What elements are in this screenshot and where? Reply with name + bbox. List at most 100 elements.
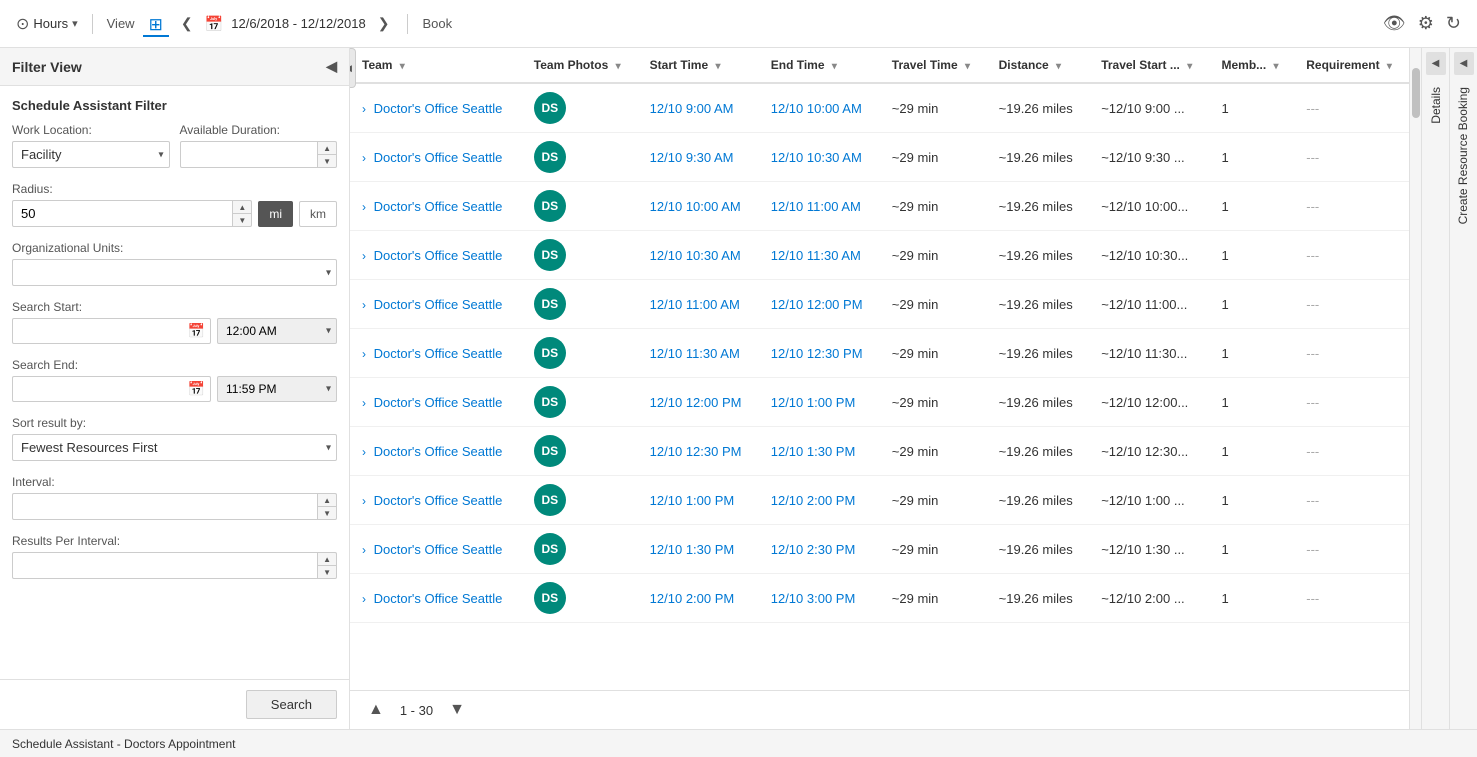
table-row[interactable]: › Doctor's Office Seattle DS 12/10 1:00 … (350, 476, 1409, 525)
create-booking-label[interactable]: Create Resource Booking (1456, 79, 1470, 232)
team-name: Doctor's Office Seattle (374, 542, 503, 557)
create-booking-collapse-button[interactable]: ◀ (1454, 52, 1474, 75)
row-expand-button[interactable]: › (362, 347, 366, 361)
table-row[interactable]: › Doctor's Office Seattle DS 12/10 9:00 … (350, 83, 1409, 133)
cell-travel-time: ~29 min (880, 329, 987, 378)
unit-km-button[interactable]: km (299, 201, 337, 227)
work-location-duration-row: Work Location: Facility Onsite Remote ▾ … (12, 123, 337, 168)
table-row[interactable]: › Doctor's Office Seattle DS 12/10 11:30… (350, 329, 1409, 378)
settings-icon[interactable]: ⚙ (1418, 13, 1434, 34)
book-button[interactable]: Book (422, 16, 452, 31)
interval-increment-button[interactable]: ▲ (318, 493, 337, 506)
col-travel-time[interactable]: Travel Time ▾ (880, 48, 987, 83)
hours-dropdown-icon[interactable]: ▾ (72, 17, 78, 30)
radius-input[interactable] (12, 200, 233, 227)
results-per-interval-input[interactable]: 1 (12, 552, 318, 579)
interval-decrement-button[interactable]: ▼ (318, 506, 337, 520)
org-units-select[interactable] (12, 259, 337, 286)
col-team[interactable]: Team ▾ (350, 48, 522, 83)
filter-header: Filter View ◀ (0, 48, 349, 86)
cell-start-time: 12/10 12:00 PM (638, 378, 759, 427)
cell-start-time: 12/10 1:30 PM (638, 525, 759, 574)
col-members[interactable]: Memb... ▾ (1210, 48, 1295, 83)
hours-label: Hours (33, 16, 68, 31)
pagination-up-button[interactable]: ▲ (362, 699, 390, 721)
cell-end-time: 12/10 1:00 PM (759, 378, 880, 427)
cell-travel-start: ~12/10 2:00 ... (1089, 574, 1209, 623)
scroll-thumb[interactable] (1412, 68, 1420, 118)
col-distance[interactable]: Distance ▾ (987, 48, 1090, 83)
left-collapse-button[interactable]: ◀ (350, 48, 356, 88)
sort-result-select[interactable]: Fewest Resources First Most Resources Fi… (12, 434, 337, 461)
cell-start-time: 12/10 2:00 PM (638, 574, 759, 623)
eye-icon[interactable]: 👁 (1383, 13, 1406, 34)
search-button[interactable]: Search (246, 690, 337, 719)
search-start-date-input[interactable]: 12/10/2018 (12, 318, 211, 344)
col-start-time[interactable]: Start Time ▾ (638, 48, 759, 83)
work-location-label: Work Location: (12, 123, 170, 137)
row-expand-button[interactable]: › (362, 102, 366, 116)
row-expand-button[interactable]: › (362, 494, 366, 508)
radius-increment-button[interactable]: ▲ (233, 200, 252, 213)
row-expand-button[interactable]: › (362, 151, 366, 165)
duration-increment-button[interactable]: ▲ (318, 141, 337, 154)
grid-view-button[interactable]: ⊞ (143, 11, 169, 37)
search-end-date-input[interactable]: 12/14/2018 (12, 376, 211, 402)
row-expand-button[interactable]: › (362, 592, 366, 606)
unit-mi-button[interactable]: mi (258, 201, 293, 227)
sort-result-label: Sort result by: (12, 416, 337, 430)
row-expand-button[interactable]: › (362, 249, 366, 263)
table-row[interactable]: › Doctor's Office Seattle DS 12/10 11:00… (350, 280, 1409, 329)
filter-collapse-icon[interactable]: ◀ (326, 58, 337, 75)
team-name: Doctor's Office Seattle (374, 150, 503, 165)
refresh-icon[interactable]: ↻ (1446, 13, 1461, 34)
work-location-select[interactable]: Facility Onsite Remote (12, 141, 170, 168)
cell-requirement: --- (1294, 231, 1409, 280)
cell-members: 1 (1210, 574, 1295, 623)
col-end-time[interactable]: End Time ▾ (759, 48, 880, 83)
search-start-time-select[interactable]: 12:00 AM 12:30 AM 1:00 AM (217, 318, 337, 344)
row-expand-button[interactable]: › (362, 543, 366, 557)
details-label[interactable]: Details (1429, 79, 1443, 132)
table-row[interactable]: › Doctor's Office Seattle DS 12/10 9:30 … (350, 133, 1409, 182)
table-row[interactable]: › Doctor's Office Seattle DS 12/10 12:00… (350, 378, 1409, 427)
cell-team: › Doctor's Office Seattle (350, 525, 522, 574)
col-requirement[interactable]: Requirement ▾ (1294, 48, 1409, 83)
next-date-button[interactable]: ❯ (374, 11, 394, 36)
table-row[interactable]: › Doctor's Office Seattle DS 12/10 10:00… (350, 182, 1409, 231)
team-avatar: DS (534, 190, 566, 222)
cell-requirement: --- (1294, 427, 1409, 476)
vertical-scrollbar[interactable] (1409, 48, 1421, 729)
table-row[interactable]: › Doctor's Office Seattle DS 12/10 10:30… (350, 231, 1409, 280)
row-expand-button[interactable]: › (362, 445, 366, 459)
table-row[interactable]: › Doctor's Office Seattle DS 12/10 12:30… (350, 427, 1409, 476)
row-expand-button[interactable]: › (362, 298, 366, 312)
duration-spin-buttons: ▲ ▼ (318, 141, 337, 168)
search-end-time-select[interactable]: 11:59 PM 11:30 PM 11:00 PM (217, 376, 337, 402)
search-end-calendar-icon[interactable]: 📅 (188, 381, 205, 398)
pagination-down-button[interactable]: ▼ (443, 699, 471, 721)
prev-date-button[interactable]: ❮ (177, 11, 197, 36)
cell-team-photos: DS (522, 574, 638, 623)
results-increment-button[interactable]: ▲ (318, 552, 337, 565)
available-duration-input[interactable]: 1 hour (180, 141, 319, 168)
table-row[interactable]: › Doctor's Office Seattle DS 12/10 1:30 … (350, 525, 1409, 574)
duration-decrement-button[interactable]: ▼ (318, 154, 337, 168)
cell-requirement: --- (1294, 182, 1409, 231)
cell-team: › Doctor's Office Seattle (350, 476, 522, 525)
cell-members: 1 (1210, 182, 1295, 231)
results-decrement-button[interactable]: ▼ (318, 565, 337, 579)
radius-decrement-button[interactable]: ▼ (233, 213, 252, 227)
row-expand-button[interactable]: › (362, 200, 366, 214)
search-start-calendar-icon[interactable]: 📅 (188, 323, 205, 340)
col-travel-start[interactable]: Travel Start ... ▾ (1089, 48, 1209, 83)
org-units-select-wrapper: ▾ (12, 259, 337, 286)
available-duration-spinner: 1 hour ▲ ▼ (180, 141, 338, 168)
col-team-photos[interactable]: Team Photos ▾ (522, 48, 638, 83)
cell-requirement: --- (1294, 83, 1409, 133)
table-container: ◀ Team ▾ Team Photos ▾ Start Time ▾ End … (350, 48, 1409, 729)
interval-input[interactable]: 30 minutes (12, 493, 318, 520)
details-collapse-button[interactable]: ◀ (1426, 52, 1446, 75)
row-expand-button[interactable]: › (362, 396, 366, 410)
table-row[interactable]: › Doctor's Office Seattle DS 12/10 2:00 … (350, 574, 1409, 623)
